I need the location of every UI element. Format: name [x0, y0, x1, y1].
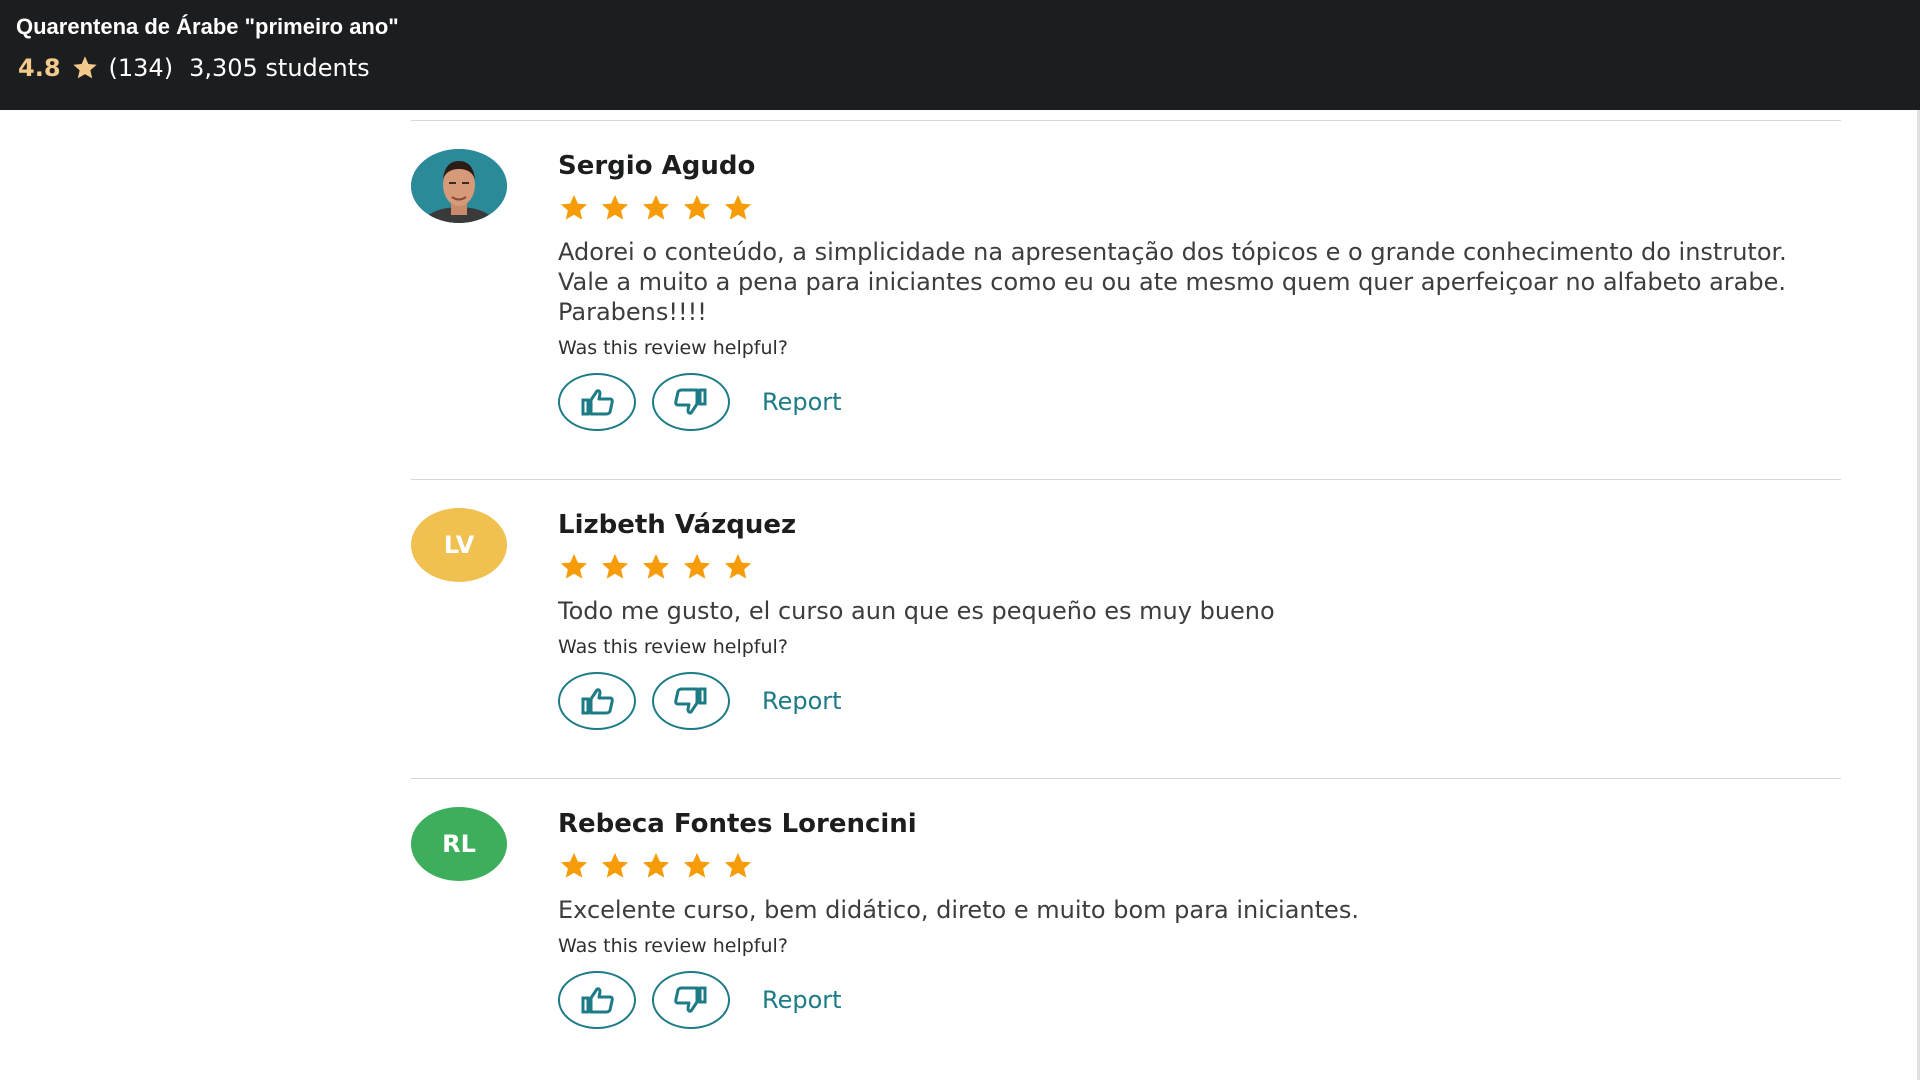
- avatar: [411, 149, 507, 223]
- helpful-prompt: Was this review helpful?: [558, 935, 788, 957]
- thumbs-down-button[interactable]: [652, 373, 730, 431]
- avatar-photo: [411, 149, 507, 223]
- star-icon: [642, 194, 670, 220]
- review-actions: Report: [558, 672, 1828, 730]
- review-actions: Report: [558, 971, 1828, 1029]
- thumbs-up-button[interactable]: [558, 373, 636, 431]
- review-item: Sergio Agudo Adorei o conteúdo, a simpli…: [411, 121, 1841, 480]
- star-icon: [642, 553, 670, 579]
- reviewer-name: Rebeca Fontes Lorencini: [558, 809, 917, 839]
- star-icon: [560, 852, 588, 878]
- star-icon: [683, 553, 711, 579]
- review-text: Adorei o conteúdo, a simplicidade na apr…: [558, 238, 1787, 326]
- thumbs-up-icon: [581, 987, 614, 1014]
- star-icon: [601, 852, 629, 878]
- star-icon: [72, 56, 97, 79]
- review-text: Todo me gusto, el curso aun que es peque…: [558, 597, 1275, 625]
- course-header: Quarentena de Árabe "primeiro ano" 4.8 (…: [0, 0, 1920, 110]
- report-link[interactable]: Report: [762, 388, 842, 416]
- thumbs-up-icon: [581, 688, 614, 715]
- rating-stars: [558, 193, 1828, 223]
- helpful-prompt: Was this review helpful?: [558, 337, 788, 359]
- student-count: 3,305 students: [189, 54, 370, 82]
- star-icon: [724, 194, 752, 220]
- thumbs-up-button[interactable]: [558, 971, 636, 1029]
- review-item: RL Rebeca Fontes Lorencini Excelente cur…: [411, 779, 1841, 1077]
- star-icon: [560, 553, 588, 579]
- thumbs-down-icon: [674, 388, 707, 415]
- thumbs-up-button[interactable]: [558, 672, 636, 730]
- star-icon: [642, 852, 670, 878]
- review-item: LV Lizbeth Vázquez Todo me gusto, el cur…: [411, 480, 1841, 779]
- star-icon: [724, 553, 752, 579]
- review-actions: Report: [558, 373, 1828, 431]
- star-icon: [683, 852, 711, 878]
- star-icon: [683, 194, 711, 220]
- review-count: (134): [108, 54, 174, 82]
- review-text: Excelente curso, bem didático, direto e …: [558, 896, 1359, 924]
- star-icon: [724, 852, 752, 878]
- course-title: Quarentena de Árabe "primeiro ano": [16, 14, 399, 39]
- thumbs-down-icon: [674, 986, 707, 1013]
- thumbs-up-icon: [581, 389, 614, 416]
- avatar: LV: [411, 508, 507, 582]
- reviewer-name: Lizbeth Vázquez: [558, 510, 797, 540]
- course-rating-summary: 4.8 (134) 3,305 students: [18, 54, 370, 82]
- rating-value: 4.8: [18, 54, 61, 82]
- report-link[interactable]: Report: [762, 687, 842, 715]
- reviewer-name: Sergio Agudo: [558, 151, 756, 181]
- star-icon: [601, 553, 629, 579]
- star-icon: [560, 194, 588, 220]
- star-icon: [601, 194, 629, 220]
- thumbs-down-button[interactable]: [652, 971, 730, 1029]
- rating-stars: [558, 851, 1828, 881]
- avatar: RL: [411, 807, 507, 881]
- helpful-prompt: Was this review helpful?: [558, 636, 788, 658]
- report-link[interactable]: Report: [762, 986, 842, 1014]
- rating-stars: [558, 552, 1828, 582]
- reviews-list: Sergio Agudo Adorei o conteúdo, a simpli…: [411, 120, 1841, 1077]
- thumbs-down-button[interactable]: [652, 672, 730, 730]
- thumbs-down-icon: [674, 687, 707, 714]
